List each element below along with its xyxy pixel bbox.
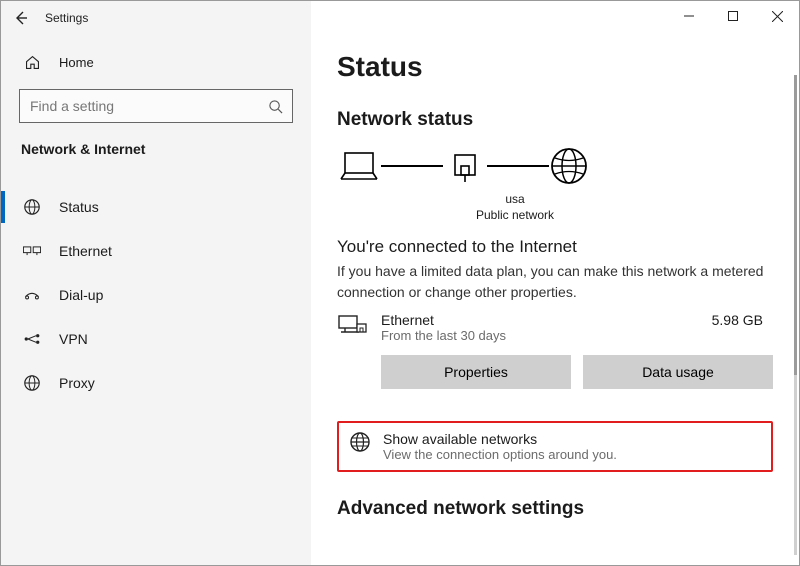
close-button[interactable] <box>755 1 799 31</box>
diagram-caption: usa Public network <box>430 191 600 223</box>
sidebar-item-dialup[interactable]: Dial-up <box>1 273 311 317</box>
sidebar-section-label: Network & Internet <box>1 135 311 163</box>
adapter-subtitle: From the last 30 days <box>381 328 698 343</box>
search-icon <box>266 97 284 115</box>
vpn-icon <box>23 330 41 348</box>
back-button[interactable] <box>1 1 41 35</box>
sidebar-home-label: Home <box>59 55 94 70</box>
content-area: Status Network status usa Public network <box>311 35 799 565</box>
settings-window: Settings Home <box>0 0 800 566</box>
sidebar: Home Network & Internet Status Ether <box>1 35 311 565</box>
properties-button[interactable]: Properties <box>381 355 571 389</box>
adapter-usage: 5.98 GB <box>712 312 773 328</box>
sidebar-item-ethernet[interactable]: Ethernet <box>1 229 311 273</box>
sidebar-item-status[interactable]: Status <box>1 185 311 229</box>
router-icon <box>443 144 487 188</box>
adapter-row: Ethernet From the last 30 days 5.98 GB <box>337 312 773 343</box>
minimize-button[interactable] <box>667 1 711 31</box>
proxy-icon <box>23 374 41 392</box>
status-icon <box>23 198 41 216</box>
adapter-icon <box>337 314 367 340</box>
sidebar-item-vpn[interactable]: VPN <box>1 317 311 361</box>
sidebar-item-label: Dial-up <box>59 287 103 303</box>
title-bar: Settings <box>1 1 799 35</box>
network-status-heading: Network status <box>337 109 773 131</box>
connection-type: Public network <box>430 207 600 223</box>
globe-icon <box>349 431 371 453</box>
show-networks-subtitle: View the connection options around you. <box>383 447 617 462</box>
connected-subtitle: If you have a limited data plan, you can… <box>337 261 773 302</box>
window-title: Settings <box>41 11 88 25</box>
connection-name: usa <box>430 191 600 207</box>
sidebar-search[interactable] <box>19 89 293 123</box>
sidebar-item-label: Ethernet <box>59 243 112 259</box>
adapter-name: Ethernet <box>381 312 698 328</box>
ethernet-icon <box>23 242 41 260</box>
search-input[interactable] <box>28 97 266 115</box>
network-diagram <box>337 143 773 189</box>
dialup-icon <box>23 286 41 304</box>
sidebar-item-proxy[interactable]: Proxy <box>1 361 311 405</box>
page-title: Status <box>337 51 773 83</box>
sidebar-home[interactable]: Home <box>1 41 311 83</box>
scrollbar-thumb[interactable] <box>794 75 797 375</box>
data-usage-button[interactable]: Data usage <box>583 355 773 389</box>
sidebar-item-label: Proxy <box>59 375 95 391</box>
scrollbar[interactable] <box>794 75 797 555</box>
connected-title: You're connected to the Internet <box>337 237 773 257</box>
home-icon <box>23 53 41 71</box>
sidebar-item-label: Status <box>59 199 99 215</box>
maximize-button[interactable] <box>711 1 755 31</box>
advanced-heading: Advanced network settings <box>337 498 773 520</box>
sidebar-item-label: VPN <box>59 331 88 347</box>
arrow-left-icon <box>12 9 30 27</box>
show-networks-title: Show available networks <box>383 431 617 447</box>
laptop-icon <box>337 144 381 188</box>
globe-icon <box>549 146 589 186</box>
show-available-networks[interactable]: Show available networks View the connect… <box>337 421 773 472</box>
